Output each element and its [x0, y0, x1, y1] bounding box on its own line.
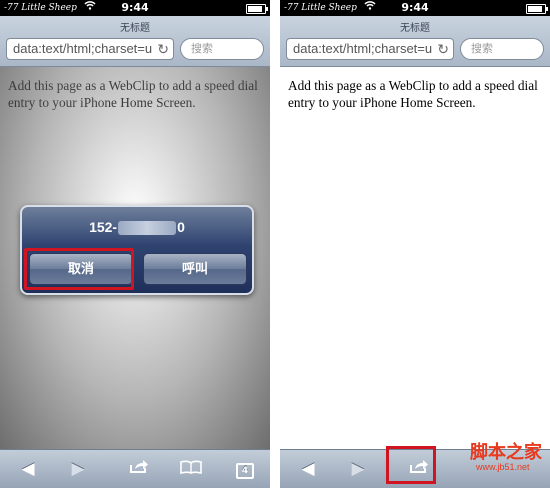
browser-navbar: 无标题 data:text/html;charset=u ↻ 搜索 [0, 16, 270, 67]
back-icon[interactable]: ◀ [14, 450, 42, 488]
status-time: 9:44 [121, 1, 149, 14]
url-field[interactable]: data:text/html;charset=u ↻ [286, 38, 454, 60]
url-field[interactable]: data:text/html;charset=u ↻ [6, 38, 174, 60]
phone-number-mask [118, 221, 177, 236]
back-icon[interactable]: ◀ [294, 450, 322, 488]
share-highlight-frame [386, 446, 436, 484]
search-input[interactable]: 搜索 [460, 38, 544, 60]
browser-navbar: 无标题 data:text/html;charset=u ↻ 搜索 [280, 16, 550, 67]
call-button[interactable]: 呼叫 [143, 253, 247, 285]
share-icon[interactable] [122, 450, 156, 488]
panel-divider [270, 0, 280, 488]
watermark-url: www.jb51.net [476, 462, 530, 472]
phone-number-suffix: 0 [177, 219, 185, 235]
phone-number-prefix: 152- [89, 219, 118, 235]
phone-screenshot-right: -77 Little Sheep 9:44 无标题 data:text/html… [280, 0, 550, 488]
bookmarks-icon[interactable] [174, 450, 208, 488]
status-bar: -77 Little Sheep 9:44 [280, 0, 550, 16]
search-input[interactable]: 搜索 [180, 38, 264, 60]
webclip-message: Add this page as a WebClip to add a spee… [288, 78, 538, 110]
forward-icon[interactable]: ▶ [64, 450, 92, 488]
status-time: 9:44 [401, 1, 429, 14]
reload-icon[interactable]: ↻ [157, 39, 169, 59]
phone-number: 152- 0 [22, 219, 252, 236]
page-title: 无标题 [120, 23, 150, 34]
page-content: Add this page as a WebClip to add a spee… [280, 67, 550, 449]
browser-toolbar: ◀ ▶ 4 [0, 449, 270, 488]
url-text: data:text/html;charset=u [293, 41, 433, 56]
battery-icon [246, 4, 268, 14]
url-text: data:text/html;charset=u [13, 41, 153, 56]
page-title: 无标题 [400, 23, 430, 34]
reload-icon[interactable]: ↻ [437, 39, 449, 59]
phone-screenshot-left: -77 Little Sheep 9:44 无标题 data:text/html… [0, 0, 270, 488]
battery-icon [526, 4, 548, 14]
cancel-highlight-frame [24, 248, 134, 290]
watermark-logo: 脚本之家 [470, 442, 542, 463]
pages-icon[interactable]: 4 [230, 450, 260, 488]
pages-count: 4 [236, 463, 254, 479]
forward-icon[interactable]: ▶ [344, 450, 372, 488]
status-bar: -77 Little Sheep 9:44 [0, 0, 270, 16]
